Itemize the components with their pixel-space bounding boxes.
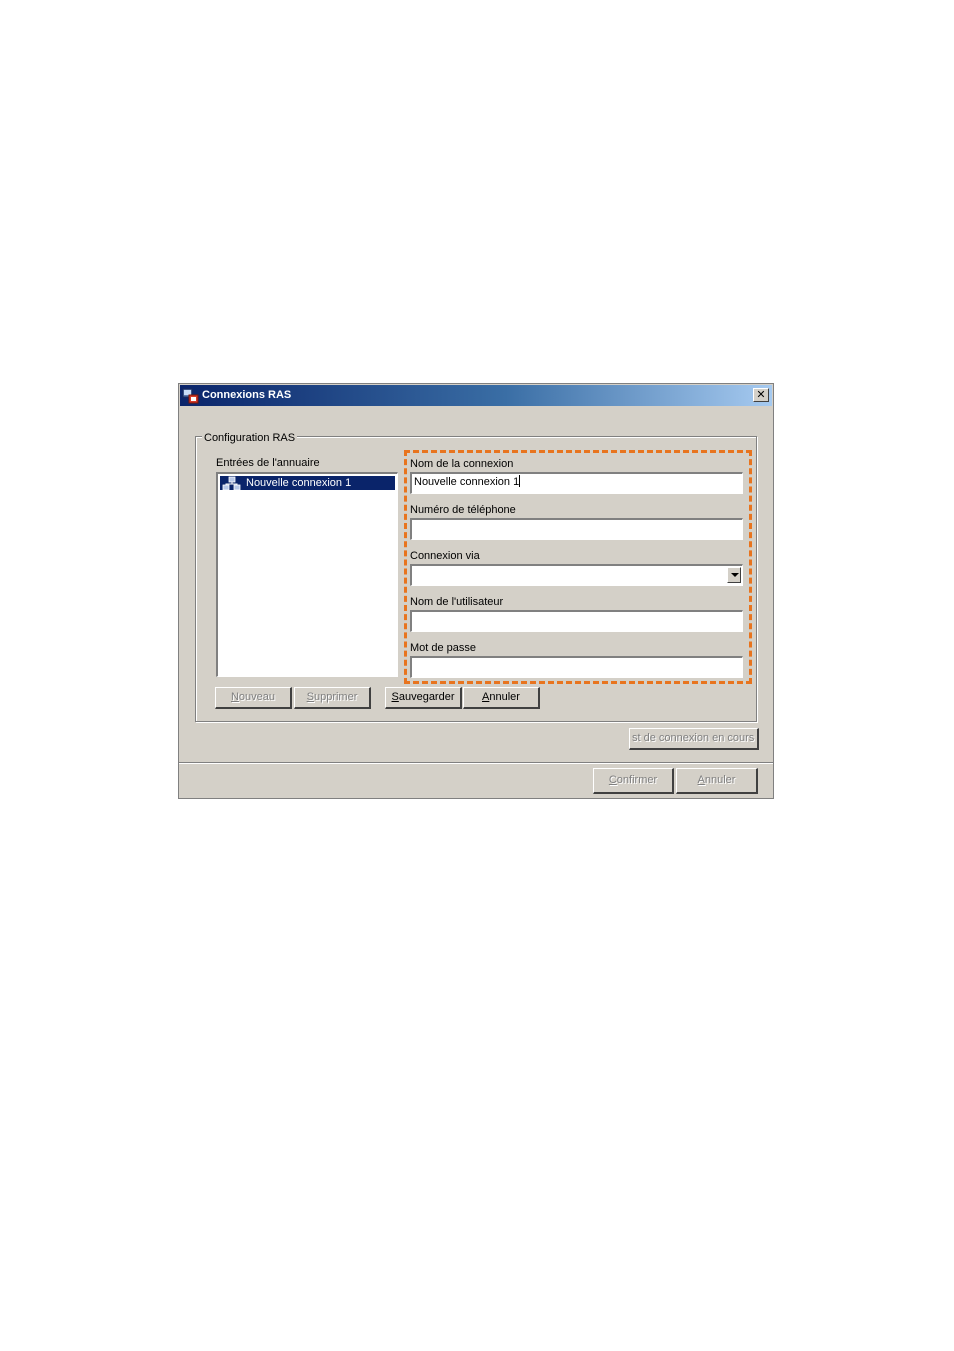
delete-button-label: upprimer (313, 691, 358, 703)
cancel-entry-button[interactable]: Annuler (463, 687, 540, 709)
delete-button[interactable]: Supprimer (294, 687, 371, 709)
new-button-mnemonic: N (230, 691, 239, 703)
close-button[interactable]: ✕ (753, 388, 769, 402)
ras-app-icon (182, 387, 200, 405)
confirm-button-label: onfirmer (616, 774, 658, 786)
list-item-label: Nouvelle connexion 1 (246, 477, 352, 489)
save-button-mnemonic: S (391, 691, 399, 703)
test-connection-button-label: st de connexion en cours (632, 732, 755, 744)
new-button[interactable]: Nouveau (215, 687, 292, 709)
title-bar[interactable]: Connexions RAS ✕ (180, 385, 772, 406)
new-button-label: ouveau (238, 691, 276, 703)
confirm-button-mnemonic: C (608, 774, 617, 786)
footer-divider-highlight (179, 763, 773, 764)
window-title: Connexions RAS (202, 389, 292, 401)
cancel-dialog-button-mnemonic: A (697, 774, 705, 786)
network-connection-icon (222, 476, 242, 494)
highlight-frame (404, 450, 752, 684)
test-connection-button[interactable]: st de connexion en cours (629, 728, 759, 750)
cancel-dialog-button[interactable]: Annuler (676, 768, 758, 794)
cancel-entry-button-label: nnuler (489, 691, 520, 703)
save-button[interactable]: Sauvegarder (385, 687, 462, 709)
directory-entries-label: Entrées de l'annuaire (216, 457, 320, 469)
save-button-label: auvegarder (398, 691, 455, 703)
list-item[interactable]: Nouvelle connexion 1 (220, 476, 395, 491)
cancel-dialog-button-label: nnuler (704, 774, 736, 786)
delete-button-mnemonic: S (306, 691, 314, 703)
directory-entries-list[interactable]: Nouvelle connexion 1 (216, 472, 398, 677)
close-icon: ✕ (756, 389, 766, 401)
confirm-button[interactable]: Confirmer (593, 768, 674, 794)
group-legend: Configuration RAS (202, 432, 298, 444)
